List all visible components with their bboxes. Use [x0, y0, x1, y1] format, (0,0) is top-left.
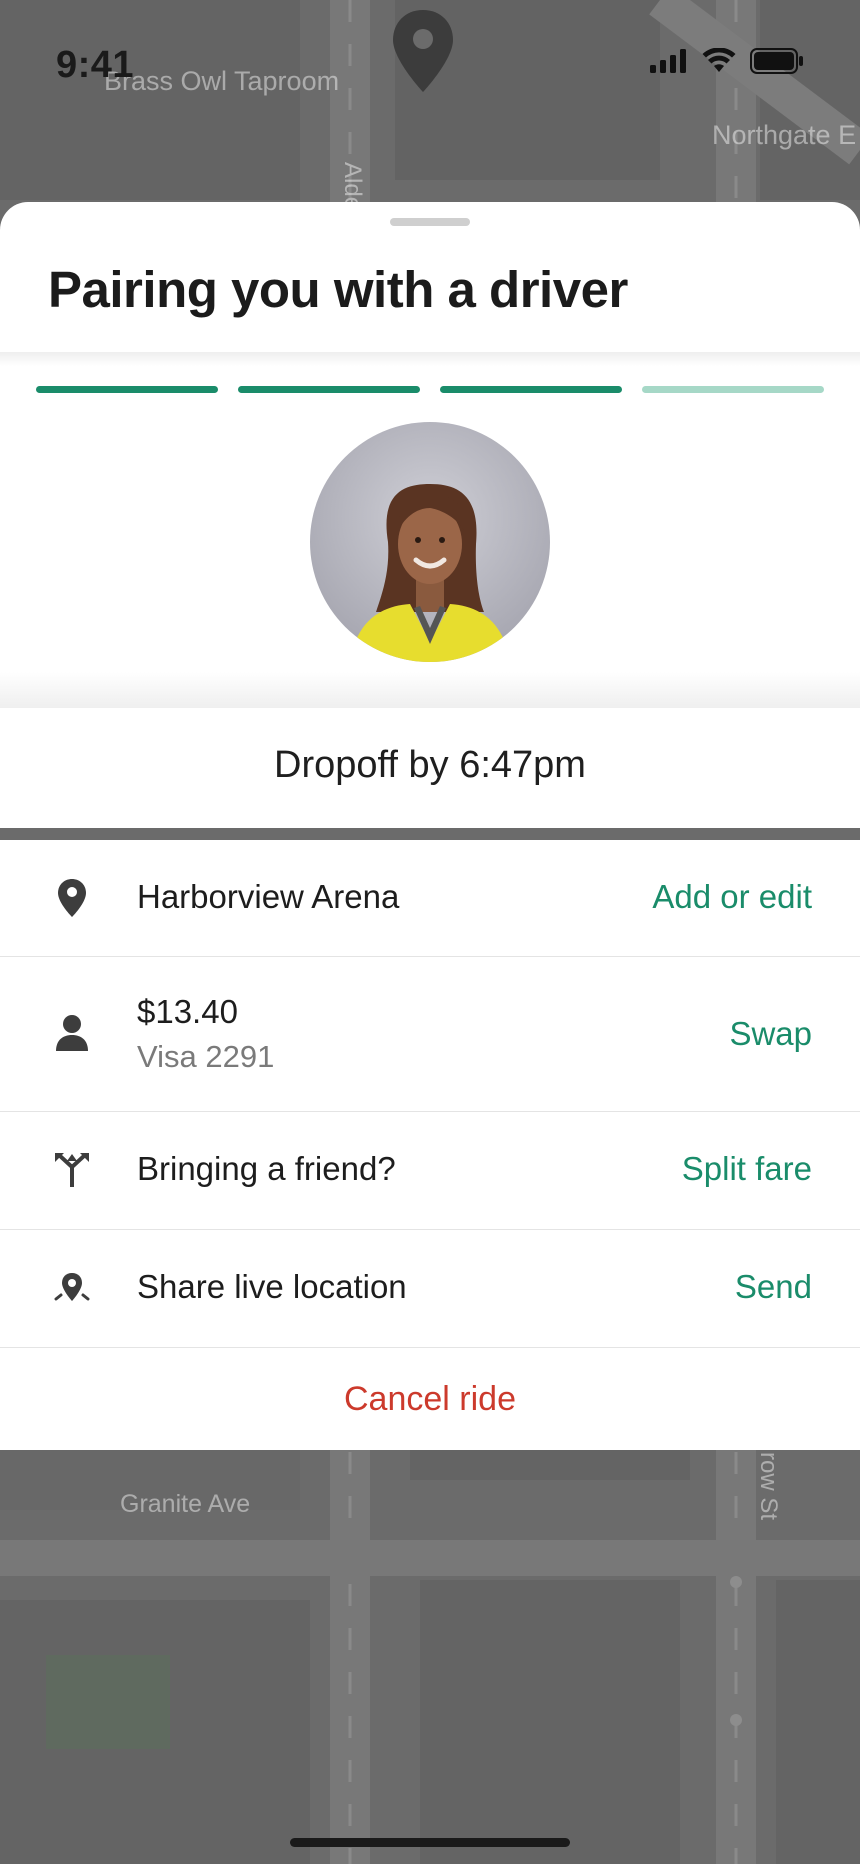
location-pin-icon	[52, 878, 92, 918]
progress-segment	[642, 386, 824, 393]
progress-segment	[36, 386, 218, 393]
share-location-row[interactable]: Share live location Send	[0, 1230, 860, 1348]
swap-payment-button[interactable]: Swap	[729, 1015, 812, 1053]
page-title: Pairing you with a driver	[48, 261, 628, 318]
ride-status-sheet: Pairing you with a driver Dropoff by 6:4…	[0, 202, 860, 1450]
payment-row[interactable]: $13.40 Visa 2291 Swap	[0, 957, 860, 1112]
home-indicator[interactable]	[290, 1838, 570, 1847]
status-bar: 9:41	[0, 0, 860, 130]
send-location-button[interactable]: Send	[735, 1268, 812, 1306]
status-icons	[650, 48, 804, 74]
status-time: 9:41	[56, 44, 135, 86]
avatar-shade	[0, 672, 860, 708]
header-divider	[0, 352, 860, 366]
battery-icon	[750, 48, 803, 74]
cancel-ride-button[interactable]: Cancel ride	[0, 1348, 860, 1450]
progress-segment	[440, 386, 622, 393]
destination-label: Harborview Arena	[137, 878, 400, 915]
destination-row[interactable]: Harborview Arena Add or edit	[0, 840, 860, 957]
add-or-edit-button[interactable]: Add or edit	[652, 878, 812, 916]
sheet-grabber[interactable]	[390, 218, 470, 226]
fare-amount: $13.40	[137, 993, 238, 1030]
share-location-label: Share live location	[137, 1268, 407, 1305]
split-fare-button[interactable]: Split fare	[682, 1150, 812, 1188]
dropoff-eta: Dropoff by 6:47pm	[0, 708, 860, 830]
share-location-icon	[52, 1268, 92, 1308]
split-arrows-icon	[52, 1150, 92, 1190]
sheet-header: Pairing you with a driver	[0, 202, 860, 708]
wifi-icon	[702, 48, 736, 72]
matching-progress	[36, 386, 824, 393]
split-fare-label: Bringing a friend?	[137, 1150, 396, 1187]
payment-method: Visa 2291	[137, 1039, 275, 1074]
person-icon	[52, 1013, 92, 1053]
map-label-street: row St	[755, 1452, 782, 1521]
map-label-street: Granite Ave	[120, 1490, 251, 1518]
driver-avatar	[310, 422, 550, 662]
signal-icon	[650, 49, 686, 73]
ride-options-list: Harborview Arena Add or edit $13.40 Visa…	[0, 840, 860, 1450]
section-divider	[0, 828, 860, 840]
progress-segment	[238, 386, 420, 393]
split-fare-row[interactable]: Bringing a friend? Split fare	[0, 1112, 860, 1230]
